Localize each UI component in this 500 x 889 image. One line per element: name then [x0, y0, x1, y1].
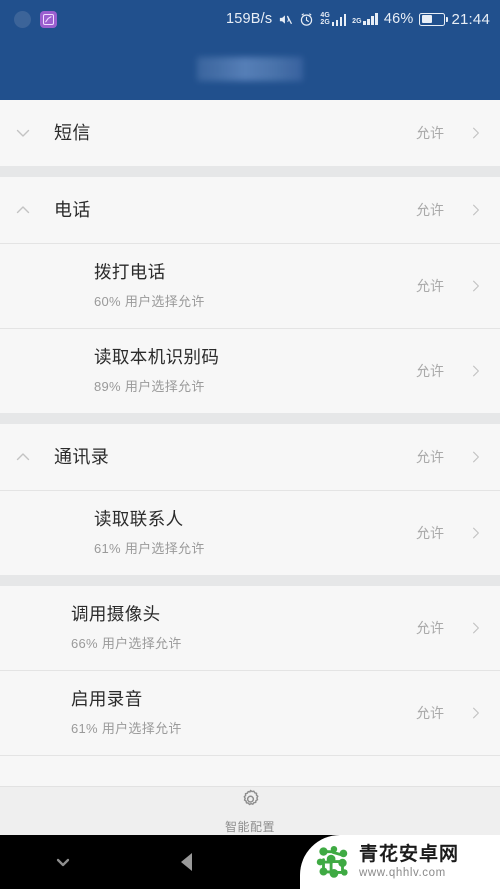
status-bar-clock: 21:44 [451, 10, 490, 28]
permission-subtitle: 66% 用户选择允许 [71, 635, 182, 651]
sim2-signal-icon: 2G [352, 13, 378, 25]
back-button[interactable] [125, 849, 250, 875]
circle-notification-icon [14, 10, 31, 28]
smart-config-bar[interactable]: 智能配置 [0, 786, 500, 835]
site-watermark: 青花安卓网 www.qhhlv.com [300, 835, 500, 889]
chevron-right-icon[interactable] [468, 200, 484, 220]
permission-state-label: 允许 [416, 449, 444, 465]
status-bar: 159B/s 4G 2G 2G 46% 21:44 [0, 0, 500, 38]
permission-row-texts: 拨打电话 60% 用户选择允许 [46, 262, 416, 310]
permission-subtitle: 89% 用户选择允许 [94, 378, 205, 394]
watermark-url: www.qhhlv.com [359, 866, 446, 879]
chevron-down-icon[interactable] [0, 123, 46, 143]
battery-percent-label: 46% [383, 11, 414, 27]
permission-row-make-call[interactable]: 拨打电话 60% 用户选择允许 允许 [0, 244, 500, 328]
mute-icon [278, 12, 293, 27]
permission-row-enable-recording[interactable]: 启用录音 61% 用户选择允许 允许 [0, 671, 500, 755]
permission-state-label: 允许 [416, 620, 444, 636]
permission-row-texts: 短信 [46, 122, 416, 145]
permission-title: 电话 [54, 199, 91, 220]
sim1-signal-icon: 4G 2G [320, 12, 347, 26]
permission-list[interactable]: 短信 允许 电话 允许 拨打电话 60% 用户选择允许 允许 读取本机识别码 89% 用户选择允… [0, 100, 500, 786]
smart-config-label: 智能配置 [224, 819, 275, 834]
permission-title: 读取本机识别码 [94, 347, 220, 368]
permission-state-label: 允许 [416, 525, 444, 541]
permission-row-read-contacts[interactable]: 读取联系人 61% 用户选择允许 允许 [0, 491, 500, 575]
app-title-redacted [197, 57, 303, 81]
permission-row-read-location[interactable]: 读取位置信息 [0, 756, 500, 786]
permission-row-phone[interactable]: 电话 允许 [0, 177, 500, 243]
gear-icon [239, 788, 262, 816]
permission-row-texts: 通讯录 [46, 446, 416, 469]
permission-state-label: 允许 [416, 125, 444, 141]
chevron-right-icon[interactable] [468, 618, 484, 638]
permission-state-label: 允许 [416, 705, 444, 721]
section-gap [0, 413, 500, 424]
chevron-right-icon[interactable] [468, 276, 484, 296]
permission-subtitle: 60% 用户选择允许 [94, 293, 205, 309]
chevron-up-icon[interactable] [0, 200, 46, 220]
chevron-right-icon[interactable] [468, 523, 484, 543]
alarm-icon [299, 12, 314, 27]
permission-title: 启用录音 [71, 689, 143, 710]
permission-row-texts: 电话 [46, 199, 416, 222]
permission-title: 短信 [54, 122, 91, 143]
hide-nav-button[interactable] [0, 852, 125, 872]
permission-title: 读取联系人 [94, 509, 184, 530]
app-header [0, 38, 500, 100]
chevron-right-icon[interactable] [468, 361, 484, 381]
molecule-logo-icon [314, 843, 352, 881]
permission-subtitle: 61% 用户选择允许 [94, 540, 205, 556]
permission-row-texts: 读取联系人 61% 用户选择允许 [46, 509, 416, 557]
chevron-up-icon[interactable] [0, 447, 46, 467]
permission-title: 通讯录 [54, 446, 110, 467]
sim2-net: 2G [352, 18, 362, 25]
permission-row-use-camera[interactable]: 调用摄像头 66% 用户选择允许 允许 [0, 586, 500, 670]
permission-row-sms[interactable]: 短信 允许 [0, 100, 500, 166]
permission-title: 调用摄像头 [71, 604, 161, 625]
section-gap [0, 166, 500, 177]
chevron-right-icon[interactable] [468, 703, 484, 723]
permission-row-read-device-id[interactable]: 读取本机识别码 89% 用户选择允许 允许 [0, 329, 500, 413]
chevron-right-icon[interactable] [468, 123, 484, 143]
permission-state-label: 允许 [416, 202, 444, 218]
permission-state-label: 允许 [416, 363, 444, 379]
permission-row-contacts[interactable]: 通讯录 允许 [0, 424, 500, 490]
permission-row-texts: 读取本机识别码 89% 用户选择允许 [46, 347, 416, 395]
watermark-site-name: 青花安卓网 [359, 843, 460, 865]
battery-icon [419, 12, 449, 26]
permission-state-label: 允许 [416, 278, 444, 294]
status-bar-notifications [14, 10, 57, 28]
permission-row-texts: 调用摄像头 66% 用户选择允许 [46, 604, 416, 652]
permission-subtitle: 61% 用户选择允许 [71, 720, 182, 736]
sim1-net-bottom: 2G [320, 19, 331, 26]
chevron-right-icon[interactable] [468, 447, 484, 467]
section-gap [0, 575, 500, 586]
permission-title: 拨打电话 [94, 262, 166, 283]
status-bar-indicators: 159B/s 4G 2G 2G 46% 21:44 [226, 11, 490, 28]
purple-app-icon [40, 10, 57, 28]
sim1-net-top: 4G [320, 12, 331, 19]
permission-row-texts: 启用录音 61% 用户选择允许 [46, 689, 416, 737]
network-speed: 159B/s [225, 11, 273, 27]
